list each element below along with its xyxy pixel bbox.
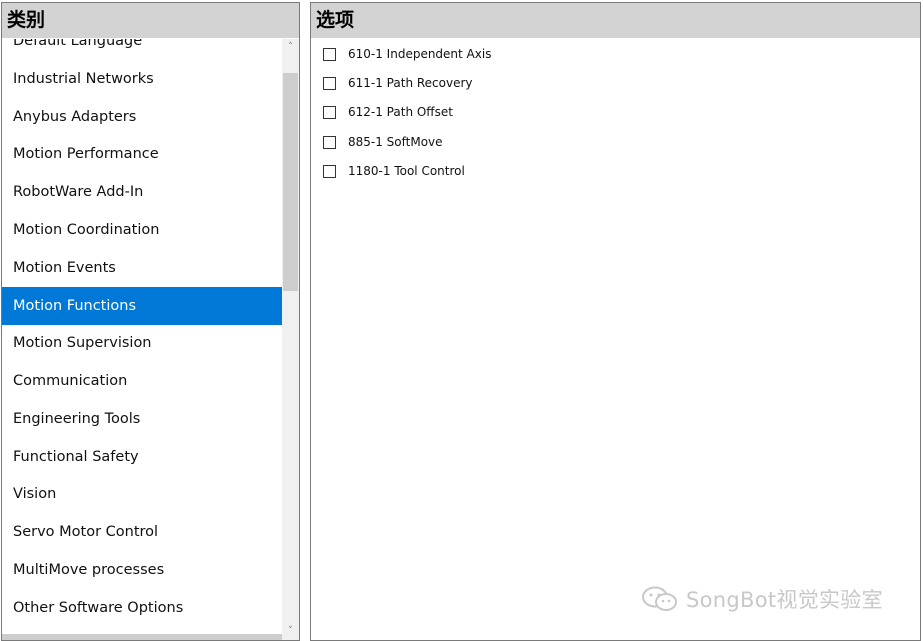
- option-checkbox[interactable]: [323, 165, 336, 178]
- scrollbar-thumb[interactable]: [283, 73, 298, 291]
- list-item[interactable]: RobotWare Add-In: [2, 173, 282, 211]
- option-item[interactable]: 611-1 Path Recovery: [323, 73, 623, 95]
- option-label: 610-1 Independent Axis: [348, 47, 492, 61]
- list-item[interactable]: Other Software Options: [2, 589, 282, 627]
- option-checkbox[interactable]: [323, 136, 336, 149]
- chevron-up-icon[interactable]: ˄: [282, 39, 299, 56]
- list-item[interactable]: Motion Performance: [2, 135, 282, 173]
- watermark-text: SongBot视觉实验室: [686, 588, 883, 612]
- list-item[interactable]: Engineering Tools: [2, 400, 282, 438]
- category-header: 类别: [2, 3, 299, 38]
- list-item[interactable]: Servo Motor Control: [2, 513, 282, 551]
- option-label: 1180-1 Tool Control: [348, 164, 465, 178]
- list-item[interactable]: Anybus Adapters: [2, 98, 282, 136]
- option-label: 885-1 SoftMove: [348, 135, 443, 149]
- list-item[interactable]: Motion Coordination: [2, 211, 282, 249]
- options-header: 选项: [311, 3, 920, 38]
- list-item[interactable]: Default Language: [2, 39, 282, 60]
- chevron-down-icon[interactable]: ˅: [282, 623, 299, 640]
- list-item[interactable]: Vision: [2, 475, 282, 513]
- option-item[interactable]: 610-1 Independent Axis: [323, 44, 623, 66]
- options-panel: 选项 610-1 Independent Axis 611-1 Path Rec…: [310, 2, 921, 641]
- watermark: SongBot视觉实验室: [640, 583, 883, 615]
- horizontal-scrollbar[interactable]: [2, 634, 282, 640]
- option-label: 612-1 Path Offset: [348, 105, 453, 119]
- option-item[interactable]: 612-1 Path Offset: [323, 102, 623, 124]
- option-checkbox[interactable]: [323, 77, 336, 90]
- wechat-icon: [642, 586, 677, 611]
- option-checkbox[interactable]: [323, 106, 336, 119]
- option-item[interactable]: 885-1 SoftMove: [323, 132, 623, 154]
- vertical-scrollbar[interactable]: ˄ ˅: [282, 39, 299, 640]
- list-item[interactable]: Functional Safety: [2, 438, 282, 476]
- list-item[interactable]: Communication: [2, 362, 282, 400]
- list-item[interactable]: MultiMove processes: [2, 551, 282, 589]
- option-checkbox[interactable]: [323, 48, 336, 61]
- list-item[interactable]: Industrial Networks: [2, 60, 282, 98]
- category-panel: 类别 Default Language Industrial Networks …: [1, 2, 300, 641]
- list-item[interactable]: Motion Supervision: [2, 324, 282, 362]
- list-item-selected[interactable]: Motion Functions: [2, 287, 282, 325]
- list-item[interactable]: Motion Events: [2, 249, 282, 287]
- category-list[interactable]: Default Language Industrial Networks Any…: [2, 39, 282, 640]
- option-item[interactable]: 1180-1 Tool Control: [323, 161, 623, 183]
- option-label: 611-1 Path Recovery: [348, 76, 473, 90]
